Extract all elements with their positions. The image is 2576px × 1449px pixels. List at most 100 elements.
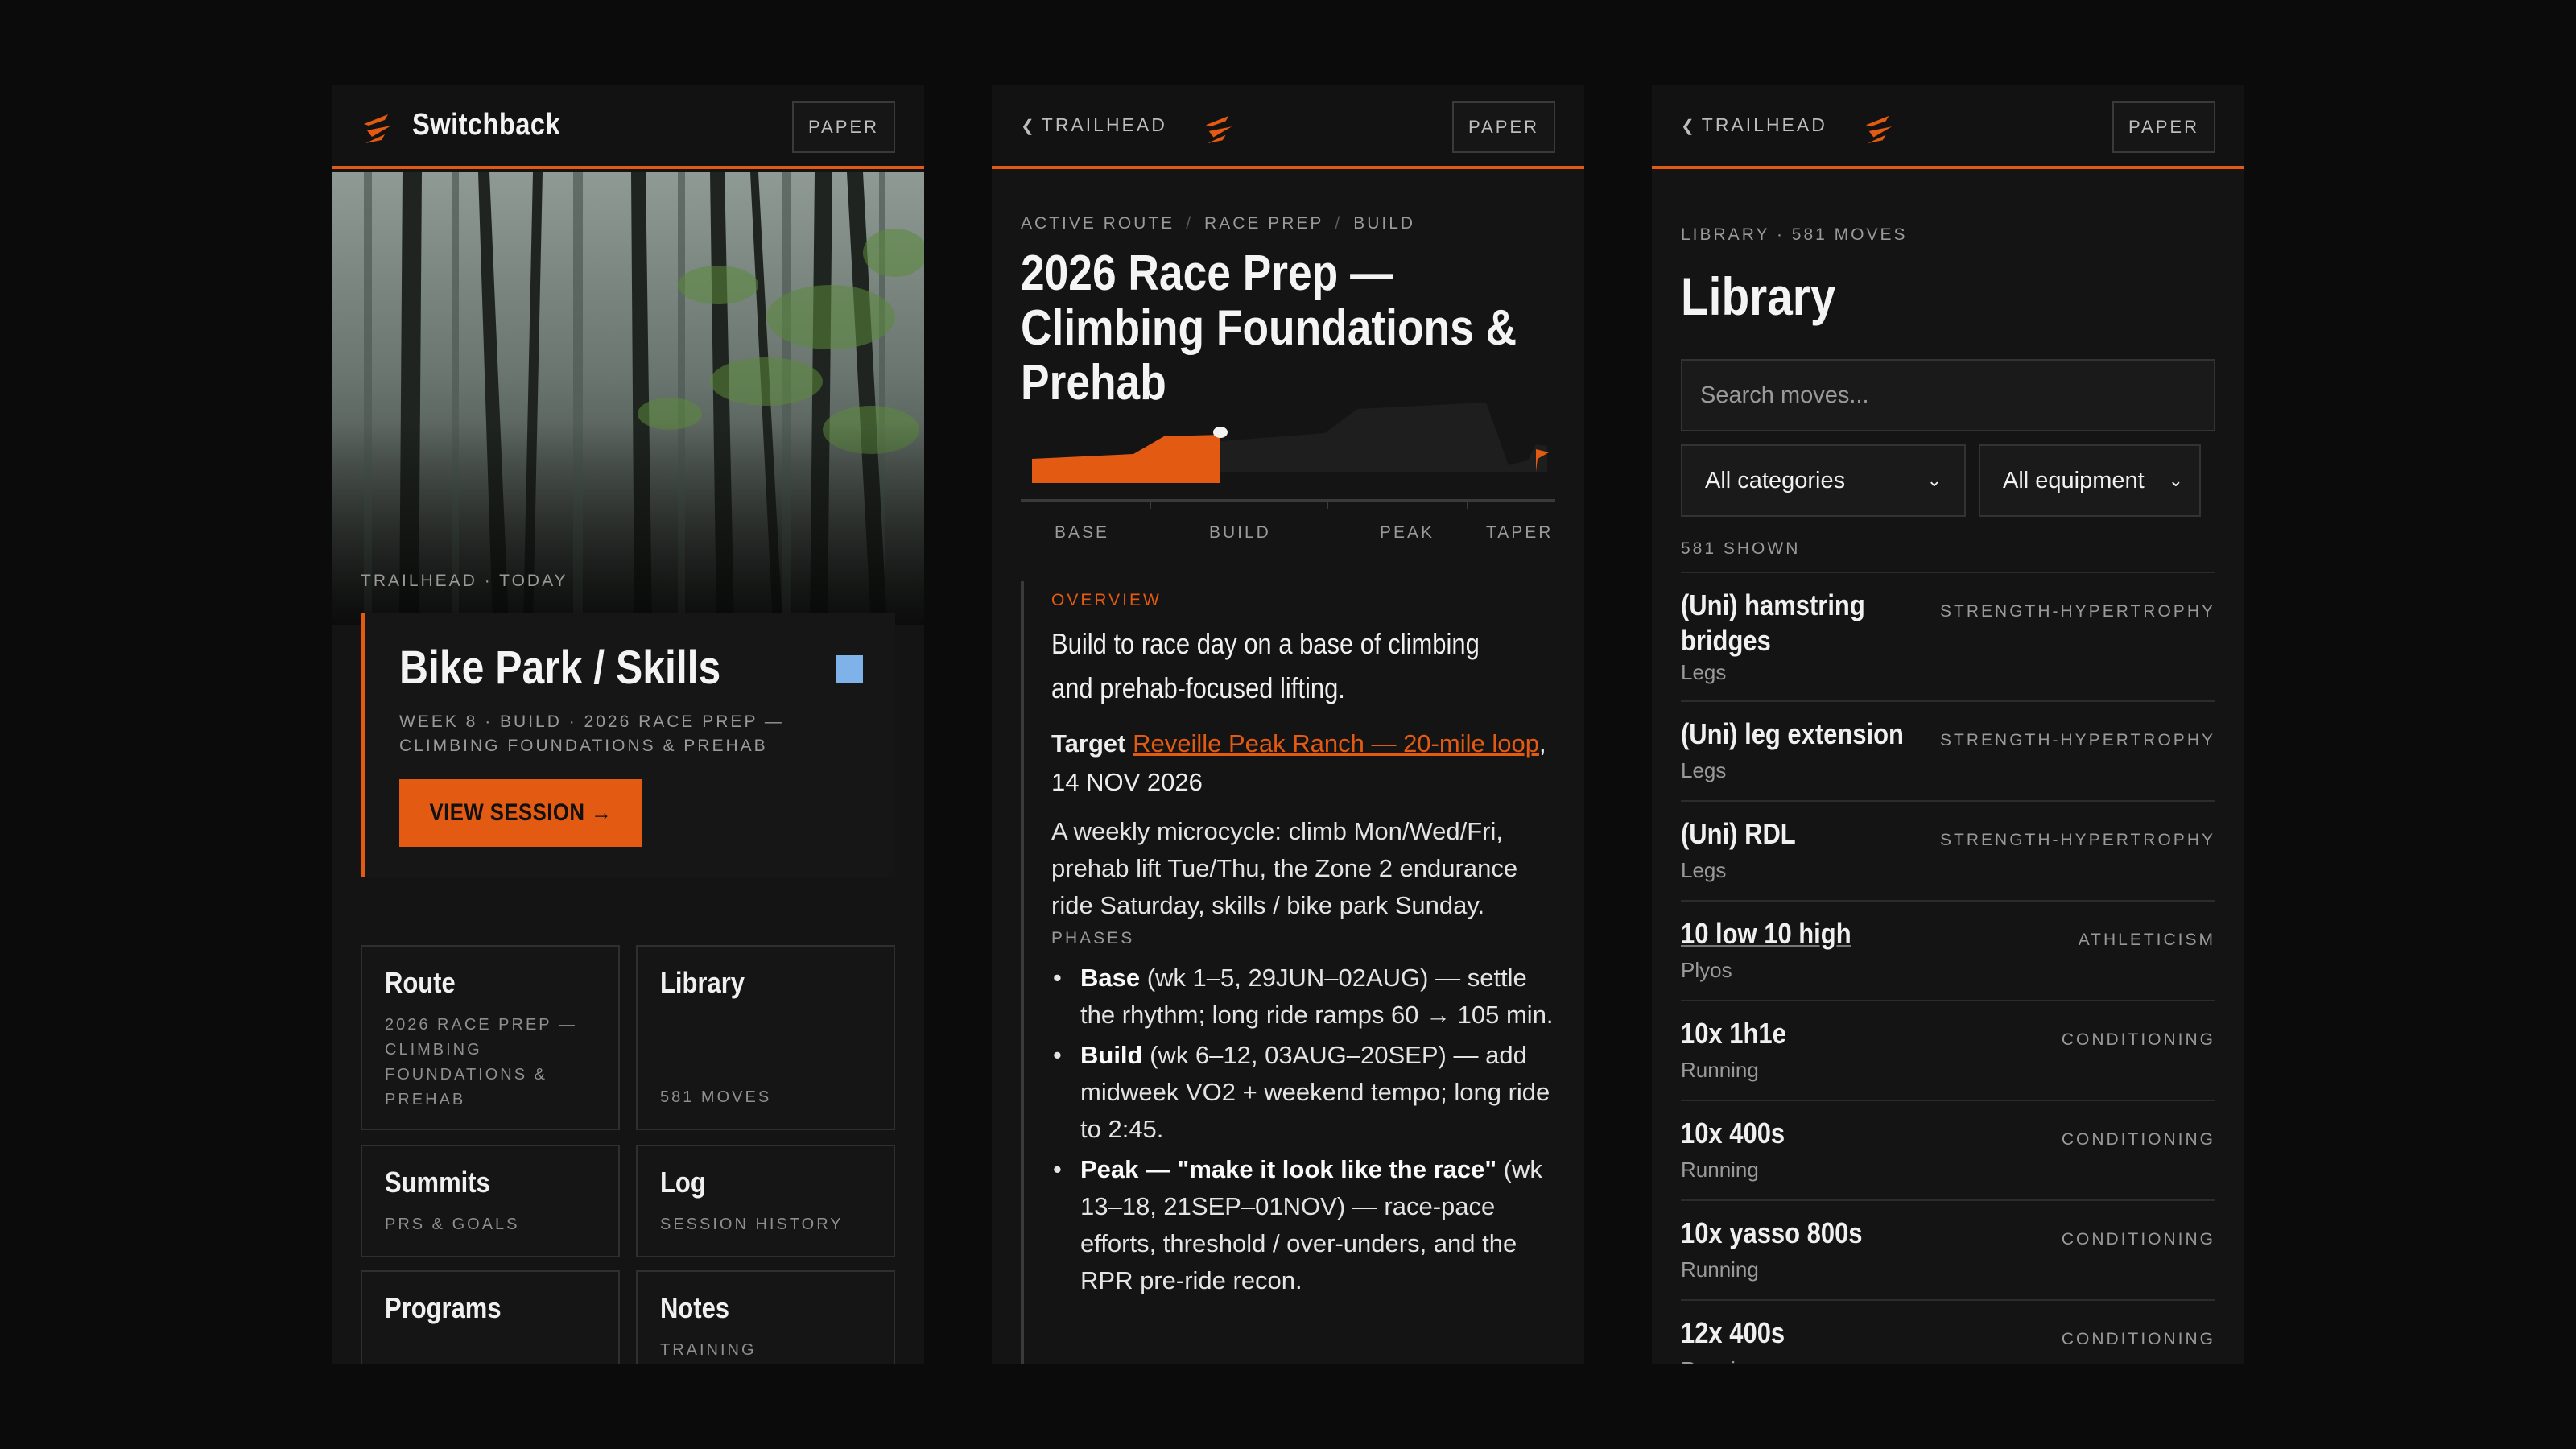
paper-toggle-button[interactable]: PAPER <box>2112 101 2215 153</box>
view-session-label: VIEW SESSION → <box>429 799 613 826</box>
tile-title: Route <box>385 966 456 999</box>
move-name: 10x 1h1e <box>1681 1017 1786 1050</box>
phase-label-peak: PEAK <box>1380 523 1435 542</box>
list-item[interactable]: 10x yasso 800s CONDITIONING Running <box>1681 1199 2215 1299</box>
equipment-select[interactable]: All equipment ⌄ <box>1979 444 2201 517</box>
list-item[interactable]: 10x 400s CONDITIONING Running <box>1681 1100 2215 1199</box>
list-item[interactable]: (Uni) RDL STRENGTH-HYPERTROPHY Legs <box>1681 800 2215 900</box>
tile-library[interactable]: Library 581 MOVES <box>636 945 895 1130</box>
overview-lead: Build to race day on a base of climbing … <box>1051 627 1480 704</box>
search-input[interactable] <box>1681 359 2215 431</box>
results-count: 581 SHOWN <box>1681 539 1801 558</box>
move-group: Running <box>1681 1058 1759 1082</box>
view-session-button[interactable]: VIEW SESSION → <box>399 779 642 847</box>
list-item[interactable]: (Uni) hamstring bridges STRENGTH-HYPERTR… <box>1681 572 2215 700</box>
move-name: 10x 400s <box>1681 1117 1785 1150</box>
overview-kicker: OVERVIEW <box>1051 591 1162 609</box>
breadcrumb-item[interactable]: RACE PREP <box>1204 214 1323 233</box>
back-label: TRAILHEAD <box>1701 114 1827 135</box>
switchback-logo-icon <box>364 114 391 143</box>
phase-label-build: BUILD <box>1209 523 1271 542</box>
equipment-select-value: All equipment <box>2003 467 2145 493</box>
phase-name: Base <box>1080 964 1141 992</box>
hero-kicker: TRAILHEAD · TODAY <box>361 572 568 590</box>
list-item[interactable]: 12x 400s CONDITIONING Running <box>1681 1299 2215 1364</box>
move-category: STRENGTH-HYPERTROPHY <box>1940 831 2215 849</box>
move-category: ATHLETICISM <box>2078 931 2215 949</box>
target-race-link[interactable]: Reveille Peak Ranch — 20-mile loop <box>1133 729 1539 758</box>
moves-list: (Uni) hamstring bridges STRENGTH-HYPERTR… <box>1681 572 2215 1364</box>
forest-hero-image <box>332 172 924 625</box>
back-trailhead-link[interactable]: ❮ TRAILHEAD <box>1021 114 1167 136</box>
list-item: Peak — "make it look like the race" (wk … <box>1051 1151 1558 1299</box>
move-category: CONDITIONING <box>2061 1130 2215 1149</box>
library-topbar: ❮ TRAILHEAD PAPER <box>1652 85 2244 169</box>
library-kicker: LIBRARY · 581 MOVES <box>1681 225 1908 244</box>
move-category: STRENGTH-HYPERTROPHY <box>1940 602 2215 621</box>
move-group: Running <box>1681 1357 1759 1364</box>
breadcrumb: ACTIVE ROUTE / RACE PREP / BUILD <box>1021 214 1416 233</box>
overview-section: OVERVIEW Build to race day on a base of … <box>1021 581 1555 1364</box>
brand-name[interactable]: Switchback <box>412 108 560 142</box>
chevron-down-icon: ⌄ <box>1926 470 1942 490</box>
category-select-value: All categories <box>1705 467 1846 493</box>
paper-toggle-button[interactable]: PAPER <box>792 101 895 153</box>
switchback-logo-icon[interactable] <box>1863 114 1897 145</box>
home-topbar: Switchback PAPER <box>332 85 924 169</box>
tile-log[interactable]: Log SESSION HISTORY <box>636 1145 895 1257</box>
chevron-down-icon: ⌄ <box>2168 470 2183 490</box>
list-item[interactable]: 10x 1h1e CONDITIONING Running <box>1681 1000 2215 1100</box>
tile-route[interactable]: Route 2026 RACE PREP — CLIMBING FOUNDATI… <box>361 945 620 1130</box>
back-label: TRAILHEAD <box>1041 114 1167 135</box>
microcycle-text: A weekly microcycle: climb Mon/Wed/Fri, … <box>1051 817 1518 919</box>
phases-kicker: PHASES <box>1051 929 1135 947</box>
move-name: 12x 400s <box>1681 1316 1785 1349</box>
today-session-card[interactable]: Bike Park / Skills WEEK 8 · BUILD · 2026… <box>361 613 895 877</box>
move-name: 10x yasso 800s <box>1681 1216 1863 1249</box>
phase-detail: (wk 1–5, 29JUN–02AUG) — settle the rhyth… <box>1080 964 1554 1029</box>
tile-title: Library <box>660 966 745 999</box>
library-screen: ❮ TRAILHEAD PAPER LIBRARY · 581 MOVES Lib… <box>1652 85 2244 1364</box>
route-elevation-profile <box>1021 402 1555 512</box>
move-category: CONDITIONING <box>2061 1330 2215 1348</box>
move-category: CONDITIONING <box>2061 1030 2215 1049</box>
route-topbar: ❮ TRAILHEAD PAPER <box>992 85 1584 169</box>
tile-subtitle: 2026 RACE PREP — CLIMBING FOUNDATIONS & … <box>385 1016 577 1108</box>
today-session-subtitle: WEEK 8 · BUILD · 2026 RACE PREP — CLIMBI… <box>399 712 784 755</box>
tile-title: Notes <box>660 1291 730 1324</box>
move-name: (Uni) leg extension <box>1681 717 1904 750</box>
tile-notes[interactable]: Notes TRAINING <box>636 1270 895 1364</box>
move-group: Running <box>1681 1158 1759 1182</box>
move-group: Plyos <box>1681 958 1732 982</box>
list-item[interactable]: 10 low 10 high ATHLETICISM Plyos <box>1681 900 2215 1000</box>
back-trailhead-link[interactable]: ❮ TRAILHEAD <box>1681 114 1827 136</box>
tile-subtitle: TRAINING <box>660 1341 757 1359</box>
chevron-left-icon: ❮ <box>1021 118 1037 135</box>
chevron-left-icon: ❮ <box>1681 118 1697 135</box>
phase-name: Peak — "make it look like the race" <box>1080 1155 1497 1183</box>
tile-programs[interactable]: Programs <box>361 1270 620 1364</box>
target-label: Target <box>1051 729 1126 758</box>
phase-label-taper: TAPER <box>1486 523 1554 542</box>
page-title: 2026 Race Prep — Climbing Foundations & … <box>1021 246 1517 411</box>
page-title: Library <box>1681 266 1836 326</box>
breadcrumb-item[interactable]: ACTIVE ROUTE <box>1021 214 1174 233</box>
home-screen: Switchback PAPER TRAILHEAD · TODAY Bike … <box>332 85 924 1364</box>
move-name: (Uni) RDL <box>1681 817 1796 850</box>
tile-subtitle: SESSION HISTORY <box>660 1216 844 1233</box>
tile-subtitle: 581 MOVES <box>660 1088 772 1106</box>
phase-label-base: BASE <box>1055 523 1110 542</box>
tile-title: Summits <box>385 1166 490 1199</box>
list-item: Base (wk 1–5, 29JUN–02AUG) — settle the … <box>1051 960 1558 1034</box>
switchback-logo-icon[interactable] <box>1203 114 1236 145</box>
tile-summits[interactable]: Summits PRS & GOALS <box>361 1145 620 1257</box>
move-category: CONDITIONING <box>2061 1230 2215 1249</box>
phase-detail: (wk 6–12, 03AUG–20SEP) — add midweek VO2… <box>1080 1041 1550 1143</box>
category-select[interactable]: All categories ⌄ <box>1681 444 1966 517</box>
move-name: 10 low 10 high <box>1681 917 1852 950</box>
paper-toggle-button[interactable]: PAPER <box>1452 101 1555 153</box>
breadcrumb-item: BUILD <box>1353 214 1416 233</box>
tile-title: Programs <box>385 1291 502 1324</box>
session-color-chip <box>836 655 863 683</box>
list-item[interactable]: (Uni) leg extension STRENGTH-HYPERTROPHY… <box>1681 700 2215 800</box>
